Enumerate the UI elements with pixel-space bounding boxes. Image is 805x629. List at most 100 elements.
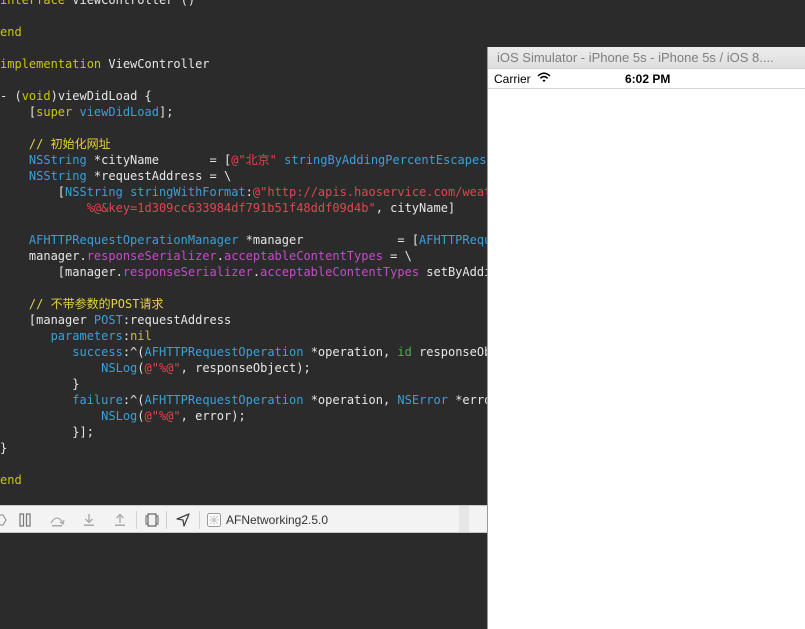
code-line: [super viewDidLoad]; [0, 104, 174, 120]
code-line: implementation ViewController [0, 56, 210, 72]
code-line: manager.responseSerializer.acceptableCon… [0, 248, 412, 264]
code-token: [ [0, 105, 37, 119]
code-line: NSLog(@"%@", error); [0, 408, 246, 424]
code-token: ViewController [101, 57, 210, 71]
code-token: @"%@" [144, 409, 181, 423]
code-token: // 不带参数的POST请求 [0, 297, 164, 311]
status-clock: 6:02 PM [625, 72, 671, 86]
code-token: - ( [0, 89, 22, 103]
step-out-icon[interactable] [112, 512, 128, 528]
simulator-titlebar[interactable]: iOS Simulator - iPhone 5s - iPhone 5s / … [488, 47, 805, 69]
toolbar-divider [459, 506, 469, 532]
code-token: NSString [0, 153, 87, 167]
code-token: failure [0, 393, 123, 407]
code-token: , responseObject); [180, 361, 311, 375]
code-line: [manager POST:requestAddress [0, 312, 231, 328]
code-line: [manager.responseSerializer.acceptableCo… [0, 264, 549, 280]
view-hierarchy-icon[interactable] [144, 512, 160, 528]
code-token: super [36, 105, 73, 119]
code-token: stringWithFormat [130, 185, 246, 199]
code-token: responseSerializer [86, 249, 217, 263]
toolbar-divider [136, 511, 137, 529]
code-line: NSString *requestAddress = \ [0, 168, 231, 184]
code-token: :^( [122, 345, 145, 359]
step-into-icon[interactable] [81, 512, 97, 528]
code-token: ( [137, 361, 145, 375]
code-token: }]; [0, 425, 94, 439]
ios-simulator-window: iOS Simulator - iPhone 5s - iPhone 5s / … [487, 47, 805, 629]
code-token: @"http://apis.haoservice.com/weather [252, 185, 513, 199]
code-token: interface [0, 0, 66, 7]
code-token: : [245, 185, 253, 199]
code-token: } [0, 441, 8, 455]
location-icon[interactable] [175, 512, 191, 528]
code-token: void [21, 89, 51, 103]
breakpoints-toggle-icon[interactable] [0, 512, 10, 528]
code-line: } [0, 440, 7, 456]
code-token: ]; [158, 105, 174, 119]
code-token: end [0, 473, 22, 487]
code-token: )viewDidLoad { [50, 89, 152, 103]
code-line: success:^(AFHTTPRequestOperation *operat… [0, 344, 542, 360]
code-token: NSError [397, 393, 448, 407]
code-token: *manager = [ [238, 233, 420, 247]
code-token: %@&key=1d309cc633984df791b51f48ddf09d4b" [0, 201, 376, 215]
toolbar-divider [166, 511, 167, 529]
simulator-title: iOS Simulator - iPhone 5s - iPhone 5s / … [497, 50, 774, 65]
code-token: :^( [122, 393, 145, 407]
debug-console-area[interactable] [0, 533, 487, 629]
code-line: }]; [0, 424, 94, 440]
code-token: [ [0, 185, 66, 199]
code-token: @"%@" [144, 361, 181, 375]
code-token: NSLog [0, 409, 138, 423]
app-screen[interactable] [488, 89, 805, 629]
code-token: parameters [0, 329, 123, 343]
code-token: // 初始化网址 [0, 137, 111, 151]
code-token: . [216, 249, 224, 263]
code-token: NSString [65, 185, 123, 199]
code-token: = \ [382, 249, 412, 263]
code-line: } [0, 376, 79, 392]
code-token: *operation, [303, 393, 398, 407]
code-token: , cityName] [375, 201, 456, 215]
step-over-icon[interactable] [49, 512, 65, 528]
code-token: NSLog [0, 361, 138, 375]
code-token: id [397, 345, 412, 359]
ios-status-bar: Carrier 6:02 PM [488, 69, 805, 89]
debug-toolbar: AFNetworking2.5.0 [0, 505, 487, 533]
code-token: acceptableContentTypes [223, 249, 383, 263]
code-line: // 不带参数的POST请求 [0, 296, 164, 312]
wifi-icon [537, 72, 551, 86]
code-token: implementation [0, 57, 102, 71]
code-token: POST [93, 313, 123, 327]
pause-icon[interactable] [17, 512, 33, 528]
code-line: end [0, 472, 22, 488]
code-line: NSLog(@"%@", responseObject); [0, 360, 311, 376]
toolbar-divider [199, 511, 200, 529]
code-token: , error); [180, 409, 246, 423]
run-target-label[interactable]: AFNetworking2.5.0 [226, 513, 328, 527]
code-line: [NSString stringWithFormat:@"http://apis… [0, 184, 513, 200]
code-line: failure:^(AFHTTPRequestOperation *operat… [0, 392, 520, 408]
code-token: *operation, [303, 345, 398, 359]
code-token: acceptableContentTypes [260, 265, 420, 279]
code-token: @"北京" [231, 153, 277, 167]
code-line: // 初始化网址 [0, 136, 111, 152]
code-line: - (void)viewDidLoad { [0, 88, 152, 104]
carrier-label: Carrier [494, 72, 531, 86]
code-token: : [122, 329, 131, 343]
code-line: parameters:nil [0, 328, 152, 344]
code-token: ( [137, 409, 145, 423]
code-line: end [0, 24, 22, 40]
code-token: ViewController () [65, 0, 196, 7]
code-token: AFHTTPRequestOperation [144, 393, 304, 407]
code-token: end [0, 25, 22, 39]
code-line: interface ViewController () [0, 0, 195, 8]
code-token: } [0, 377, 80, 391]
code-token: responseSerializer [122, 265, 253, 279]
code-token: :requestAddress [122, 313, 232, 327]
code-token: AFHTTPRequestOperationManager [0, 233, 239, 247]
code-token: viewDidLoad [79, 105, 159, 119]
code-token: manager. [0, 249, 87, 263]
